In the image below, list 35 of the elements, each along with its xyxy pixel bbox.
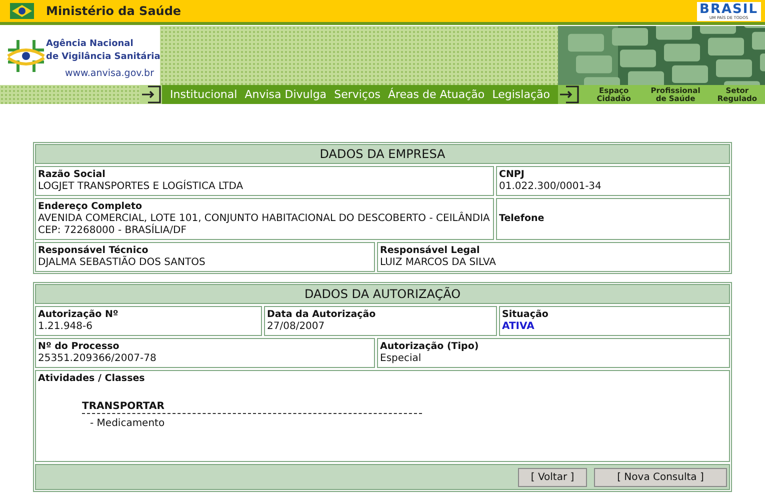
field-label: Atividades / Classes [38, 373, 145, 385]
field-value: 25351.209366/2007-78 [38, 353, 158, 365]
field-value: CEP: 72268000 - BRASÍLIA/DF [38, 225, 188, 237]
field-label: Endereço Completo [38, 201, 144, 213]
section-header: DADOS DA EMPRESA [35, 144, 730, 164]
field-label: Razão Social [38, 169, 106, 181]
status-value: ATIVA [502, 321, 536, 333]
field-label: Responsável Técnico [38, 245, 150, 256]
field-label: Situação [502, 309, 550, 321]
agency-name: de Vigilância Sanitária [46, 51, 160, 64]
field-label: Telefone [499, 213, 546, 225]
field-value: AVENIDA COMERCIAL, LOTE 101, CONJUNTO HABITACIONAL DO DESCOBERTO - CEILÂNDIA [38, 213, 491, 224]
enter-icon [140, 85, 162, 104]
action-button[interactable]: [ Nova Consulta ] [594, 468, 727, 486]
field-value: 01.022.300/0001-34 [499, 181, 602, 193]
field-value: DJALMA SEBASTIÃO DOS SANTOS [38, 257, 206, 269]
field-label: Data da Autorização [267, 309, 377, 321]
field-label: Autorização (Tipo) [380, 341, 480, 353]
field-value: 27/08/2007 [267, 321, 326, 333]
field-value: LOGJET TRANSPORTES E LOGÍSTICA LTDA [38, 181, 244, 193]
field-value: 1.21.948-6 [38, 321, 94, 333]
action-button[interactable]: [ Voltar ] [518, 468, 587, 486]
flag-icon [10, 3, 34, 19]
agency-name: Agência Nacional [46, 38, 134, 51]
section-header: DADOS DA AUTORIZAÇÃO [35, 284, 730, 304]
activity-title: TRANSPORTAR [82, 401, 422, 414]
field-label: Responsável Legal [380, 245, 481, 257]
field-label: Nº do Processo [38, 341, 120, 353]
activity-item: - Medicamento [90, 418, 165, 430]
agency-link[interactable]: www.anvisa.gov.br [64, 68, 154, 79]
field-value: Especial [380, 353, 422, 365]
field-label: Autorização Nº [38, 309, 120, 321]
ministry-title: Ministério da Saúde [46, 4, 182, 18]
field-value: LUIZ MARCOS DA SILVA [380, 257, 498, 269]
field-label: CNPJ [499, 169, 526, 181]
